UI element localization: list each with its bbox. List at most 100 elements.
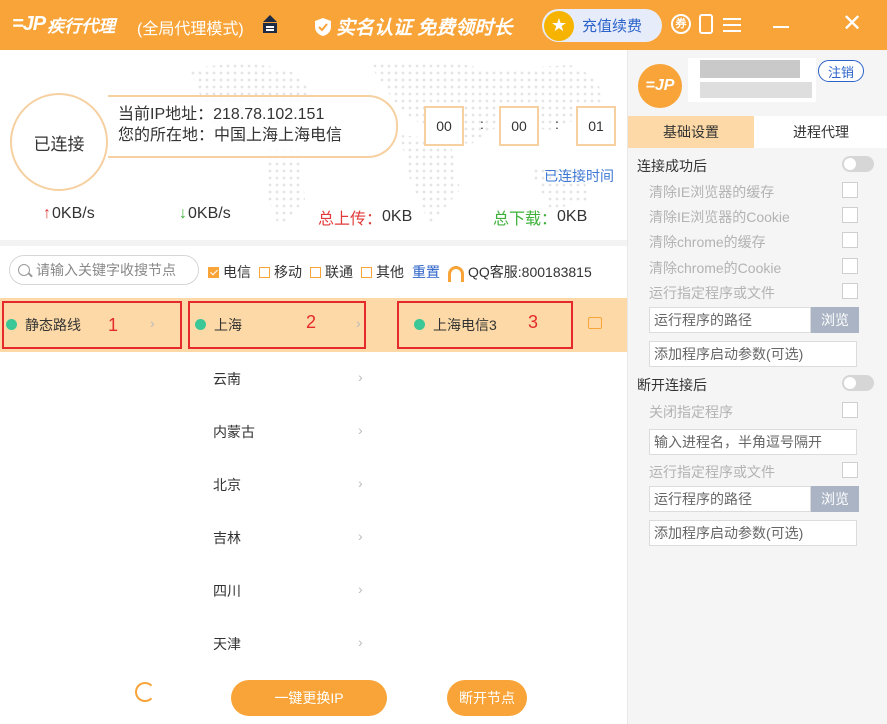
region-label: 吉林 (213, 529, 241, 546)
coupon-icon[interactable]: 券 (671, 14, 691, 34)
refresh-icon[interactable] (135, 682, 155, 702)
logo-mark: =JP (12, 13, 46, 35)
annotation-number: 3 (528, 312, 539, 332)
realname-promo[interactable]: 实名认证 免费领时长 (314, 13, 512, 40)
region-label: 天津 (213, 635, 241, 652)
chevron-right-icon: › (358, 422, 363, 438)
upload-speed-value: 0KB/s (52, 205, 95, 222)
chevron-right-icon: › (358, 369, 363, 385)
pin-icon[interactable] (260, 14, 280, 36)
on-connect-title: 连接成功后 (637, 158, 707, 174)
process-name-field[interactable]: 输入进程名，半角逗号隔开 (649, 429, 857, 455)
search-input[interactable] (36, 262, 191, 278)
headset-icon (448, 266, 464, 282)
filter-mobile[interactable]: 移动 (259, 262, 302, 282)
on-disconnect-toggle[interactable] (842, 375, 874, 391)
program-path-field[interactable]: 运行程序的路径 (649, 307, 811, 333)
region-label: 云南 (213, 370, 241, 387)
menu-icon[interactable] (723, 14, 741, 34)
close-icon[interactable]: ✕ (842, 12, 862, 36)
connection-status: 已连接 (10, 93, 108, 191)
disconnect-button[interactable]: 断开节点 (447, 680, 527, 716)
region-jilin[interactable]: 吉林 (213, 511, 373, 564)
region-tianjin[interactable]: 天津 (213, 617, 373, 670)
timer-colon: : (555, 116, 559, 132)
on-connect-toggle[interactable] (842, 156, 874, 172)
chevron-right-icon: › (358, 634, 363, 650)
minimize-icon[interactable] (773, 26, 789, 28)
region-sichuan[interactable]: 四川 (213, 564, 373, 617)
program-path-field-disconnect[interactable]: 运行程序的路径 (649, 486, 811, 512)
filter-other[interactable]: 其他 (361, 262, 404, 282)
total-download: 总下载： 0KB (493, 205, 587, 229)
checkbox[interactable] (361, 266, 372, 278)
app-logo: =JP 疾行代理 (12, 12, 115, 37)
arrow-up-icon: ↑ (43, 205, 51, 222)
filter-label: 联通 (325, 264, 353, 280)
timer-seconds: 01 (576, 106, 616, 146)
opt-clear-chrome-cookie: 清除chrome的Cookie (649, 260, 782, 276)
change-ip-button[interactable]: 一键更换IP (231, 680, 387, 716)
region-label: 北京 (213, 476, 241, 493)
region-beijing[interactable]: 北京 (213, 458, 373, 511)
filter-label: 电信 (223, 264, 251, 280)
section-divider (0, 240, 627, 246)
browse-button-disconnect[interactable]: 浏览 (811, 486, 859, 512)
logout-button[interactable]: 注销 (818, 60, 864, 82)
total-upload-value: 0KB (382, 208, 413, 225)
checkbox-clear-ie-cookie[interactable] (842, 207, 858, 223)
redacted-username (700, 60, 800, 78)
download-speed-value: 0KB/s (188, 205, 231, 222)
connected-time-label: 已连接时间 (544, 168, 614, 184)
total-upload: 总上传： 0KB (318, 205, 412, 229)
user-avatar: =JP (638, 64, 682, 108)
opt-clear-ie-cache: 清除IE浏览器的缓存 (649, 184, 775, 200)
opt-run-program: 运行指定程序或文件 (649, 285, 775, 301)
arrow-down-icon: ↓ (179, 205, 187, 222)
annotation-number: 1 (108, 315, 119, 335)
recharge-button[interactable]: ★ 充值续费 (542, 9, 662, 42)
qq-service[interactable]: QQ客服:800183815 (468, 262, 592, 282)
checkbox-clear-chrome-cache[interactable] (842, 232, 858, 248)
node-search[interactable] (9, 255, 199, 285)
annotation-box (397, 301, 573, 349)
on-disconnect-title: 断开连接后 (637, 377, 707, 393)
launch-args-field[interactable]: 添加程序启动参数(可选) (649, 341, 857, 367)
mobile-icon[interactable] (699, 14, 713, 34)
tab-process-proxy[interactable]: 进程代理 (754, 116, 887, 148)
filter-telecom[interactable]: 电信 (208, 262, 251, 282)
current-ip: 当前IP地址：218.78.102.151 (118, 106, 325, 123)
settings-panel: =JP 注销 基础设置 进程代理 连接成功后 清除IE浏览器的缓存 清除IE浏览… (627, 50, 887, 724)
region-yunnan[interactable]: 云南 (213, 352, 373, 405)
checkbox-clear-chrome-cookie[interactable] (842, 258, 858, 274)
tab-basic-settings[interactable]: 基础设置 (628, 116, 754, 148)
checkbox-run-program[interactable] (842, 283, 858, 299)
checkbox-run-program-disconnect[interactable] (842, 462, 858, 478)
total-download-value: 0KB (557, 208, 588, 225)
redacted-account (700, 82, 812, 98)
total-upload-label: 总上传： (318, 211, 383, 228)
filter-label: 移动 (274, 264, 302, 280)
checkbox-close-program[interactable] (842, 402, 858, 418)
checkbox-checked[interactable] (208, 266, 219, 278)
browse-button[interactable]: 浏览 (811, 307, 859, 333)
region-inner-mongolia[interactable]: 内蒙古 (213, 405, 373, 458)
timer-hours: 00 (424, 106, 464, 146)
shield-icon (315, 17, 331, 36)
annotation-box (2, 301, 182, 349)
app-name: 疾行代理 (47, 17, 116, 36)
connection-panel: 已连接 当前IP地址：218.78.102.151 您的所在地：中国上海上海电信… (0, 50, 627, 240)
checkbox-clear-ie-cache[interactable] (842, 182, 858, 198)
timer-minutes: 00 (499, 106, 539, 146)
launch-args-field-disconnect[interactable]: 添加程序启动参数(可选) (649, 520, 857, 546)
checkbox[interactable] (310, 266, 321, 278)
star-icon: ★ (544, 10, 574, 41)
opt-run-program-disconnect: 运行指定程序或文件 (649, 464, 775, 480)
message-icon[interactable] (588, 317, 602, 329)
reset-link[interactable]: 重置 (412, 262, 440, 282)
ip-info-box: 当前IP地址：218.78.102.151 您的所在地：中国上海上海电信 (108, 95, 398, 158)
checkbox[interactable] (259, 266, 270, 278)
isp-filters: 电信 移动 联通 其他 重置 QQ客服:800183815 (208, 262, 592, 282)
filter-unicom[interactable]: 联通 (310, 262, 353, 282)
current-location: 您的所在地：中国上海上海电信 (118, 127, 343, 144)
